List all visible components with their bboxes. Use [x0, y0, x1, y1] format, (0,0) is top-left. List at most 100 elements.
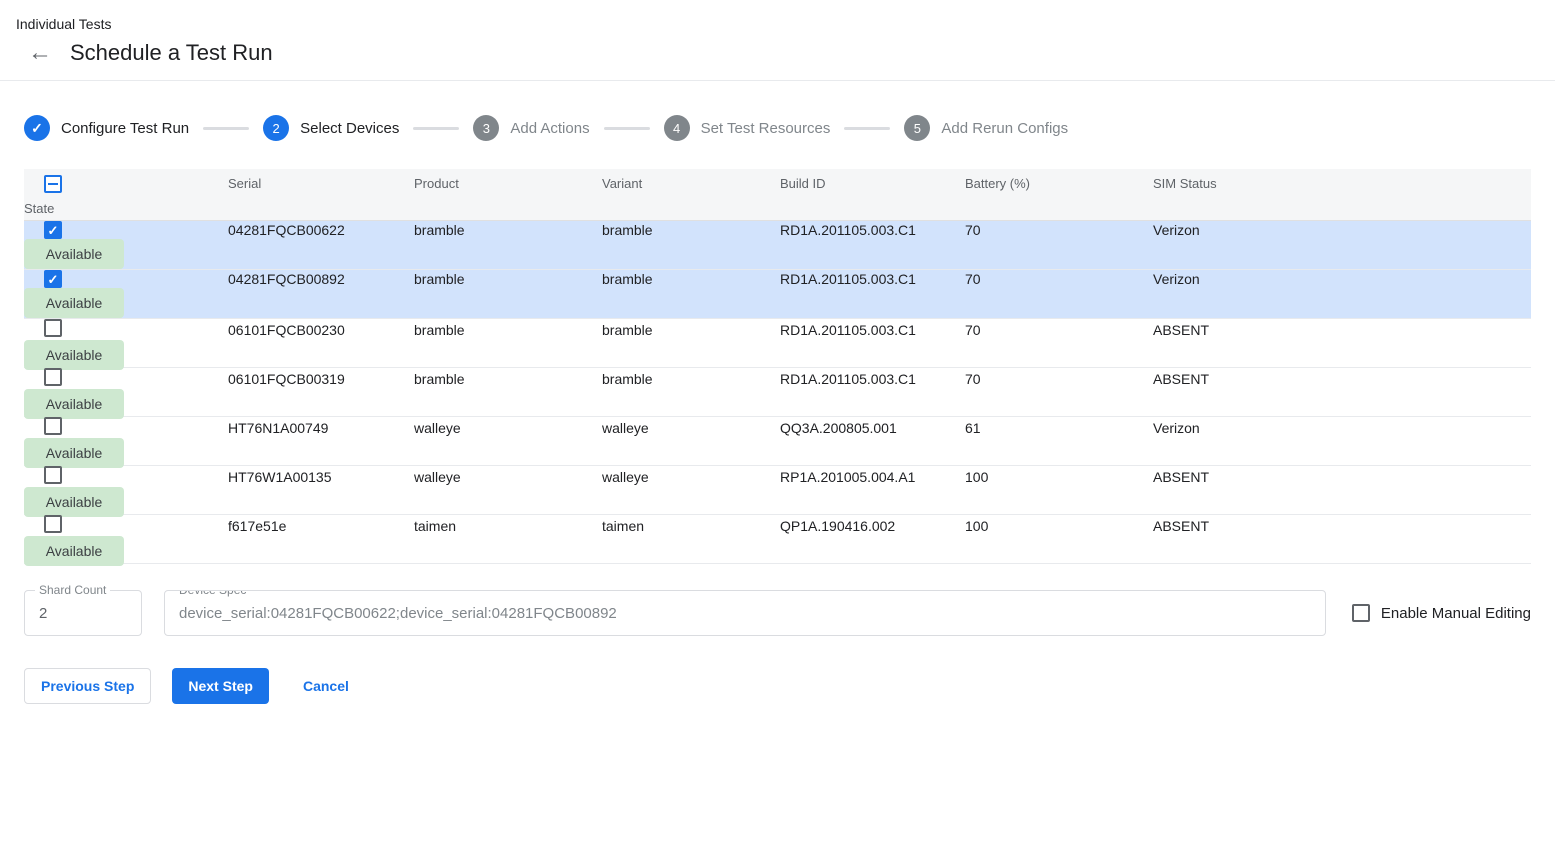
battery-cell: 70: [965, 222, 1153, 238]
step-label: Set Test Resources: [701, 120, 831, 137]
variant-cell: walleye: [602, 420, 780, 436]
sim-status-cell: Verizon: [1153, 271, 1531, 287]
step-label: Add Actions: [510, 120, 589, 137]
enable-manual-editing-toggle[interactable]: Enable Manual Editing: [1352, 604, 1531, 622]
step-add-rerun-configs[interactable]: 5 Add Rerun Configs: [904, 115, 1068, 141]
page-title: Schedule a Test Run: [70, 40, 273, 66]
table-row[interactable]: 06101FQCB00319 bramble bramble RD1A.2011…: [24, 368, 1531, 417]
product-cell: bramble: [414, 322, 602, 338]
build-id-cell: RD1A.201105.003.C1: [780, 322, 965, 338]
step-label: Select Devices: [300, 120, 399, 137]
state-badge: Available: [24, 288, 124, 318]
battery-cell: 70: [965, 322, 1153, 338]
serial-cell: 04281FQCB00892: [228, 271, 414, 287]
table-row[interactable]: HT76N1A00749 walleye walleye QQ3A.200805…: [24, 417, 1531, 466]
device-spec-value: device_serial:04281FQCB00622;device_seri…: [179, 605, 617, 622]
variant-cell: bramble: [602, 222, 780, 238]
step-number: 3: [473, 115, 499, 141]
battery-cell: 70: [965, 371, 1153, 387]
row-checkbox[interactable]: [44, 515, 62, 533]
step-number: 5: [904, 115, 930, 141]
build-id-cell: RD1A.201105.003.C1: [780, 271, 965, 287]
state-badge: Available: [24, 239, 124, 269]
state-cell: Available: [24, 288, 228, 318]
table-row[interactable]: f617e51e taimen taimen QP1A.190416.002 1…: [24, 515, 1531, 564]
row-checkbox[interactable]: [44, 319, 62, 337]
table-row[interactable]: 04281FQCB00892 bramble bramble RD1A.2011…: [24, 270, 1531, 319]
breadcrumb: Individual Tests: [16, 16, 1539, 32]
shard-count-label: Shard Count: [35, 583, 110, 597]
device-spec-field[interactable]: Device Spec device_serial:04281FQCB00622…: [164, 590, 1326, 636]
state-cell: Available: [24, 536, 228, 566]
variant-cell: taimen: [602, 518, 780, 534]
product-cell: bramble: [414, 371, 602, 387]
step-add-actions[interactable]: 3 Add Actions: [473, 115, 589, 141]
main-content: ✓ Configure Test Run 2 Select Devices 3 …: [0, 115, 1555, 744]
form-row: Shard Count 2 Device Spec device_serial:…: [24, 590, 1531, 636]
table-row[interactable]: 04281FQCB00622 bramble bramble RD1A.2011…: [24, 221, 1531, 270]
stepper: ✓ Configure Test Run 2 Select Devices 3 …: [24, 115, 1531, 141]
cancel-button[interactable]: Cancel: [287, 668, 365, 704]
state-cell: Available: [24, 389, 228, 419]
device-spec-label: Device Spec: [175, 590, 250, 597]
step-select-devices[interactable]: 2 Select Devices: [263, 115, 399, 141]
row-checkbox[interactable]: [44, 417, 62, 435]
back-arrow-icon[interactable]: ←: [28, 41, 52, 65]
state-badge: Available: [24, 389, 124, 419]
column-header-serial: Serial: [228, 176, 414, 191]
product-cell: bramble: [414, 271, 602, 287]
column-header-build-id: Build ID: [780, 176, 965, 191]
state-badge: Available: [24, 487, 124, 517]
sim-status-cell: ABSENT: [1153, 518, 1531, 534]
select-all-checkbox[interactable]: [44, 175, 62, 193]
state-cell: Available: [24, 438, 228, 468]
step-number: 4: [664, 115, 690, 141]
step-set-test-resources[interactable]: 4 Set Test Resources: [664, 115, 831, 141]
step-label: Add Rerun Configs: [941, 120, 1068, 137]
build-id-cell: QP1A.190416.002: [780, 518, 965, 534]
row-checkbox[interactable]: [44, 466, 62, 484]
serial-cell: f617e51e: [228, 518, 414, 534]
row-checkbox[interactable]: [44, 270, 62, 288]
state-badge: Available: [24, 438, 124, 468]
product-cell: bramble: [414, 222, 602, 238]
state-cell: Available: [24, 487, 228, 517]
step-connector: [844, 127, 890, 130]
column-header-variant: Variant: [602, 176, 780, 191]
product-cell: walleye: [414, 469, 602, 485]
shard-count-field[interactable]: Shard Count 2: [24, 590, 142, 636]
step-label: Configure Test Run: [61, 120, 189, 137]
step-number: 2: [263, 115, 289, 141]
variant-cell: bramble: [602, 322, 780, 338]
state-badge: Available: [24, 536, 124, 566]
variant-cell: bramble: [602, 371, 780, 387]
serial-cell: 06101FQCB00230: [228, 322, 414, 338]
sim-status-cell: ABSENT: [1153, 469, 1531, 485]
column-header-sim-status: SIM Status: [1153, 176, 1531, 191]
action-buttons: Previous Step Next Step Cancel: [24, 668, 1531, 704]
device-table-body: 04281FQCB00622 bramble bramble RD1A.2011…: [24, 221, 1531, 564]
serial-cell: 06101FQCB00319: [228, 371, 414, 387]
sim-status-cell: Verizon: [1153, 420, 1531, 436]
battery-cell: 70: [965, 271, 1153, 287]
next-step-button[interactable]: Next Step: [172, 668, 269, 704]
row-checkbox[interactable]: [44, 221, 62, 239]
enable-manual-editing-checkbox[interactable]: [1352, 604, 1370, 622]
variant-cell: bramble: [602, 271, 780, 287]
sim-status-cell: Verizon: [1153, 222, 1531, 238]
page-header: Individual Tests ← Schedule a Test Run: [0, 0, 1555, 80]
table-row[interactable]: 06101FQCB00230 bramble bramble RD1A.2011…: [24, 319, 1531, 368]
build-id-cell: QQ3A.200805.001: [780, 420, 965, 436]
step-connector: [203, 127, 249, 130]
step-configure-test-run[interactable]: ✓ Configure Test Run: [24, 115, 189, 141]
step-connector: [604, 127, 650, 130]
build-id-cell: RD1A.201105.003.C1: [780, 371, 965, 387]
row-checkbox[interactable]: [44, 368, 62, 386]
previous-step-button[interactable]: Previous Step: [24, 668, 151, 704]
shard-count-value: 2: [39, 605, 47, 622]
table-row[interactable]: HT76W1A00135 walleye walleye RP1A.201005…: [24, 466, 1531, 515]
product-cell: walleye: [414, 420, 602, 436]
step-completed-icon: ✓: [24, 115, 50, 141]
build-id-cell: RD1A.201105.003.C1: [780, 222, 965, 238]
state-cell: Available: [24, 239, 228, 269]
